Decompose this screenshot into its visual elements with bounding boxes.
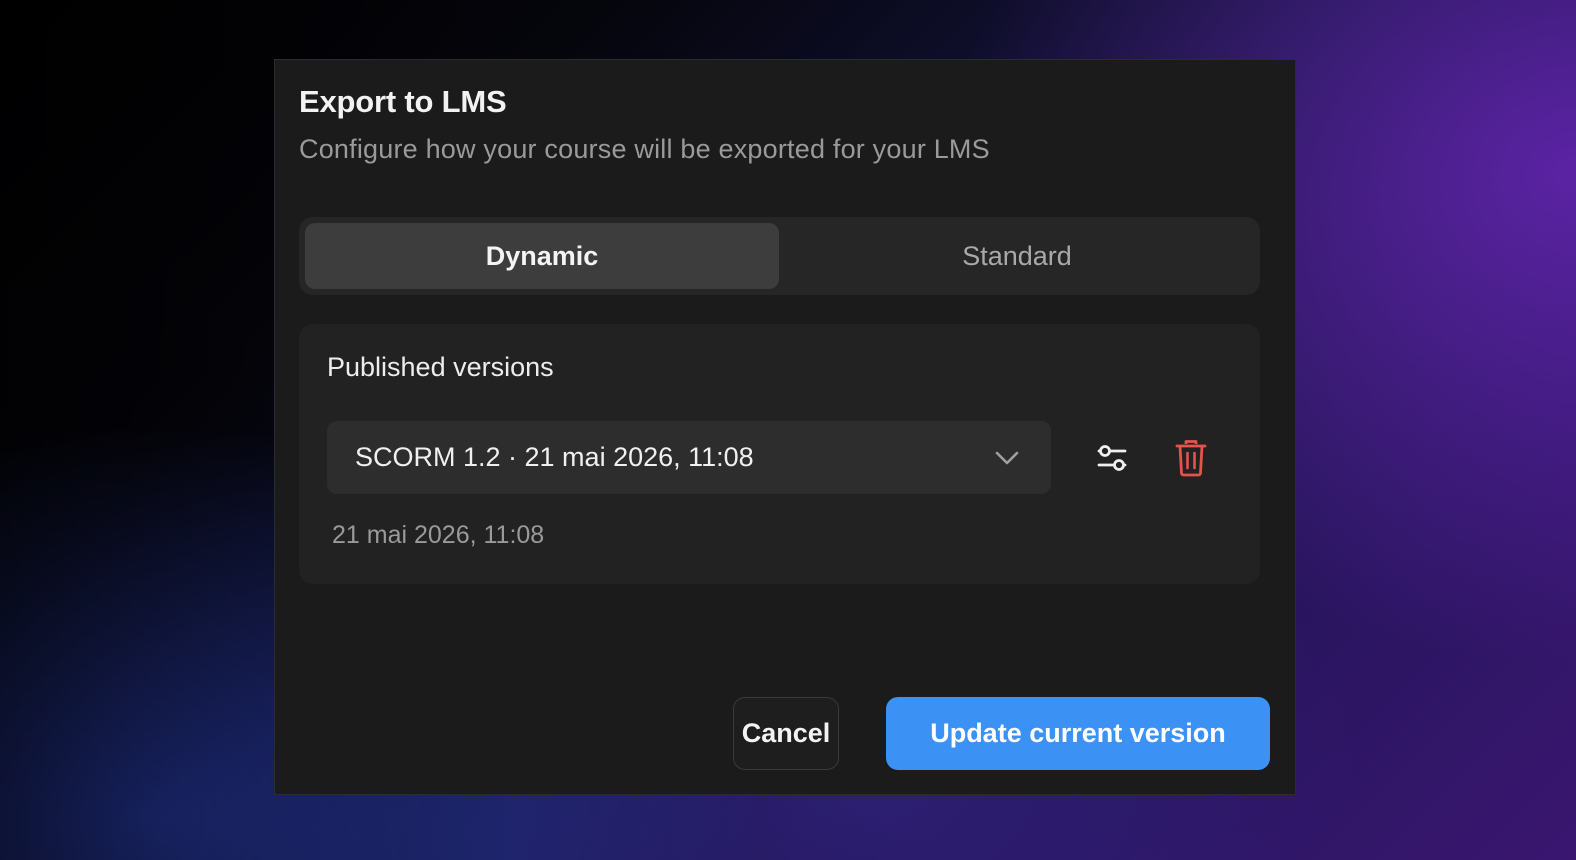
trash-icon [1175,440,1207,477]
export-dialog: Export to LMS Configure how your course … [274,59,1296,795]
tab-dynamic[interactable]: Dynamic [305,223,779,289]
delete-version-button[interactable] [1167,434,1215,482]
version-settings-button[interactable] [1088,434,1136,482]
sliders-icon [1097,445,1127,471]
tab-standard-label: Standard [962,240,1072,271]
version-select-value: SCORM 1.2 · 21 mai 2026, 11:08 [355,442,754,472]
export-mode-toggle: Dynamic Standard [299,217,1260,295]
cancel-button[interactable]: Cancel [733,697,839,770]
version-date: 21 mai 2026, 11:08 [332,521,545,549]
tab-dynamic-label: Dynamic [485,240,599,271]
chevron-down-icon [995,451,1019,465]
published-versions-card: Published versions SCORM 1.2 · 21 mai 20… [299,324,1260,584]
dialog-subtitle: Configure how your course will be export… [299,134,990,164]
published-versions-heading: Published versions [327,352,554,382]
update-current-version-button[interactable]: Update current version [886,697,1270,770]
tab-standard[interactable]: Standard [780,223,1254,289]
version-select[interactable]: SCORM 1.2 · 21 mai 2026, 11:08 [327,421,1051,494]
dialog-title: Export to LMS [299,84,507,119]
